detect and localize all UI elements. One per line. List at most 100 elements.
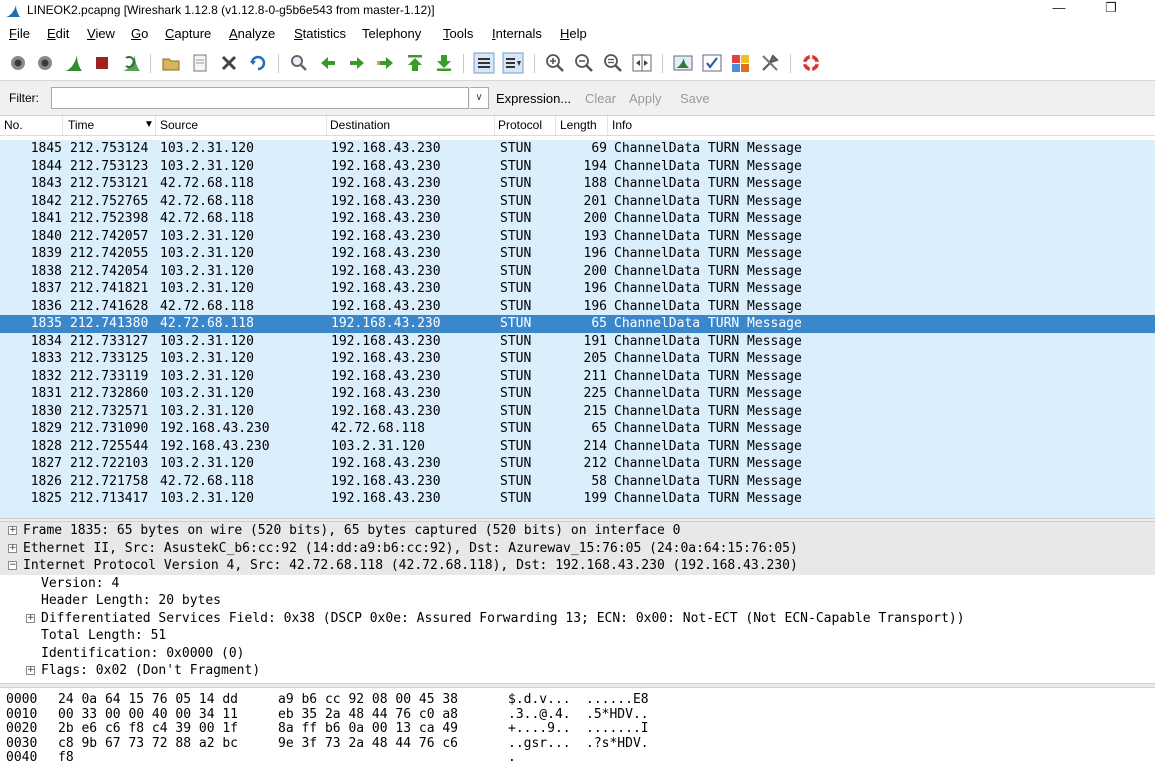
capture-options-icon[interactable] [34, 52, 56, 74]
detail-tree-item[interactable]: + Ethernet II, Src: AsustekC_b6:cc:92 (14… [0, 539, 1155, 557]
packet-row[interactable]: 1840 212.742057 103.2.31.120 192.168.43.230… [0, 227, 1155, 245]
apply-button[interactable]: Apply [629, 91, 662, 106]
bytes-hex[interactable]: a9 b6 cc 92 08 00 45 38 [278, 693, 458, 707]
minimize-button[interactable]: — [1036, 0, 1082, 20]
column-header-time[interactable]: Time [68, 118, 94, 132]
detail-tree-item[interactable]: Header Length: 20 bytes [0, 592, 1155, 610]
pane-splitter[interactable] [0, 683, 1155, 688]
bytes-hex[interactable]: 00 33 00 00 40 00 34 11 [58, 707, 238, 722]
packet-row[interactable]: 1844 212.753123 103.2.31.120 192.168.43.230… [0, 157, 1155, 175]
bytes-offset[interactable]: 0040 [6, 751, 37, 765]
menu-item[interactable]: Internals [492, 26, 542, 41]
bytes-hex[interactable]: 9e 3f 73 2a 48 44 76 c6 [278, 736, 458, 751]
bytes-ascii[interactable]: +....9.. [508, 722, 571, 736]
column-header-info[interactable]: Info [612, 118, 632, 132]
go-first-packet-icon[interactable] [404, 52, 426, 74]
packet-row[interactable]: 1828 212.725544 192.168.43.230 103.2.31.120… [0, 437, 1155, 455]
detail-tree-item[interactable]: + Frame 1835: 65 bytes on wire (520 bits)… [0, 522, 1155, 540]
reload-icon[interactable] [247, 52, 269, 74]
detail-tree-item[interactable]: + Flags: 0x02 (Don't Fragment) [0, 662, 1155, 680]
coloring-rules-icon[interactable] [730, 52, 752, 74]
bytes-ascii[interactable]: ..gsr... [508, 736, 571, 751]
start-capture-icon[interactable] [62, 52, 84, 74]
packet-row[interactable]: 1843 212.753121 42.72.68.118 192.168.43.230… [0, 175, 1155, 193]
packet-row[interactable]: 1827 212.722103 103.2.31.120 192.168.43.230… [0, 455, 1155, 473]
packet-list[interactable]: 1845 212.753124 103.2.31.120 192.168.43.230… [0, 136, 1155, 518]
maximize-button[interactable]: ❐ [1088, 0, 1134, 20]
bytes-hex[interactable]: c8 9b 67 73 72 88 a2 bc [58, 736, 238, 751]
detail-tree-item[interactable]: − Internet Protocol Version 4, Src: 42.72… [0, 557, 1155, 575]
bytes-offset[interactable]: 0000 [6, 693, 37, 707]
stop-capture-icon[interactable] [91, 52, 113, 74]
packet-details-tree[interactable]: + Frame 1835: 65 bytes on wire (520 bits)… [0, 522, 1155, 682]
bytes-offset[interactable]: 0030 [6, 736, 37, 751]
packet-row[interactable]: 1832 212.733119 103.2.31.120 192.168.43.230… [0, 367, 1155, 385]
colorize-icon[interactable] [473, 52, 495, 74]
expand-plus-icon[interactable]: + [26, 666, 35, 675]
column-header-destination[interactable]: Destination [330, 118, 390, 132]
column-divider[interactable] [494, 116, 495, 135]
menu-item[interactable]: Edit [47, 26, 69, 41]
packet-row[interactable]: 1829 212.731090 192.168.43.230 42.72.68.118… [0, 420, 1155, 438]
restart-capture-icon[interactable] [120, 52, 142, 74]
bytes-ascii[interactable]: ......E8 [586, 693, 649, 707]
column-divider[interactable] [555, 116, 556, 135]
packet-row[interactable]: 1838 212.742054 103.2.31.120 192.168.43.230… [0, 262, 1155, 280]
menu-item[interactable]: Telephony [362, 26, 421, 41]
zoom-out-icon[interactable] [573, 52, 595, 74]
column-header-protocol[interactable]: Protocol [498, 118, 542, 132]
menu-item[interactable]: Analyze [229, 26, 275, 41]
normal-size-icon[interactable] [602, 52, 624, 74]
menu-item[interactable]: View [87, 26, 115, 41]
menu-item[interactable]: Capture [165, 26, 211, 41]
bytes-ascii[interactable]: .?s*HDV. [586, 736, 649, 751]
column-divider[interactable] [155, 116, 156, 135]
detail-tree-item[interactable]: Identification: 0x0000 (0) [0, 645, 1155, 663]
display-filters-icon[interactable] [701, 52, 723, 74]
auto-scroll-icon[interactable] [502, 52, 524, 74]
column-header-no[interactable]: No. [4, 118, 23, 132]
packet-row[interactable]: 1826 212.721758 42.72.68.118 192.168.43.230… [0, 472, 1155, 490]
bytes-hex[interactable]: 2b e6 c6 f8 c4 39 00 1f [58, 722, 238, 736]
bytes-hex[interactable]: 8a ff b6 0a 00 13 ca 49 [278, 722, 458, 736]
clear-button[interactable]: Clear [585, 91, 616, 106]
packet-row[interactable]: 1839 212.742055 103.2.31.120 192.168.43.230… [0, 245, 1155, 263]
column-header-source[interactable]: Source [160, 118, 198, 132]
packet-row[interactable]: 1834 212.733127 103.2.31.120 192.168.43.230… [0, 332, 1155, 350]
help-icon[interactable] [800, 52, 822, 74]
packet-row[interactable]: 1825 212.713417 103.2.31.120 192.168.43.230… [0, 490, 1155, 508]
interfaces-icon[interactable] [7, 52, 29, 74]
bytes-hex[interactable]: 24 0a 64 15 76 05 14 dd [58, 693, 238, 707]
menu-item[interactable]: Go [131, 26, 148, 41]
display-filter-input[interactable] [51, 87, 469, 109]
bytes-ascii[interactable]: .......I [586, 722, 649, 736]
go-forward-icon[interactable] [346, 52, 368, 74]
menu-item[interactable]: File [9, 26, 30, 41]
bytes-ascii[interactable]: . [508, 751, 516, 765]
column-header-length[interactable]: Length [560, 118, 597, 132]
bytes-offset[interactable]: 0010 [6, 707, 37, 722]
save-file-icon[interactable] [189, 52, 211, 74]
packet-bytes-pane[interactable]: 0000 24 0a 64 15 76 05 14 dd a9 b6 cc 92 0… [0, 690, 1155, 780]
resize-columns-icon[interactable] [631, 52, 653, 74]
detail-tree-item-partial[interactable] [0, 680, 1155, 683]
packet-row[interactable]: 1833 212.733125 103.2.31.120 192.168.43.230… [0, 350, 1155, 368]
detail-tree-item[interactable]: Total Length: 51 [0, 627, 1155, 645]
save-button[interactable]: Save [680, 91, 710, 106]
packet-row[interactable]: 1835 212.741380 42.72.68.118 192.168.43.230… [0, 315, 1155, 333]
bytes-ascii[interactable]: $.d.v... [508, 693, 571, 707]
detail-tree-item[interactable]: Version: 4 [0, 575, 1155, 593]
packet-row-partial[interactable] [0, 507, 1155, 518]
packet-row[interactable]: 1831 212.732860 103.2.31.120 192.168.43.230… [0, 385, 1155, 403]
open-file-icon[interactable] [160, 52, 182, 74]
expression-button[interactable]: Expression... [496, 91, 571, 106]
menu-item[interactable]: Tools [443, 26, 473, 41]
capture-filters-icon[interactable] [672, 52, 694, 74]
preferences-icon[interactable] [759, 52, 781, 74]
filter-dropdown-chevron-down-icon[interactable]: ∨ [470, 87, 489, 109]
menu-item[interactable]: Help [560, 26, 587, 41]
zoom-in-icon[interactable] [544, 52, 566, 74]
packet-row[interactable]: 1836 212.741628 42.72.68.118 192.168.43.230… [0, 297, 1155, 315]
bytes-ascii[interactable]: .3..@.4. [508, 707, 571, 722]
packet-row[interactable]: 1841 212.752398 42.72.68.118 192.168.43.230… [0, 210, 1155, 228]
